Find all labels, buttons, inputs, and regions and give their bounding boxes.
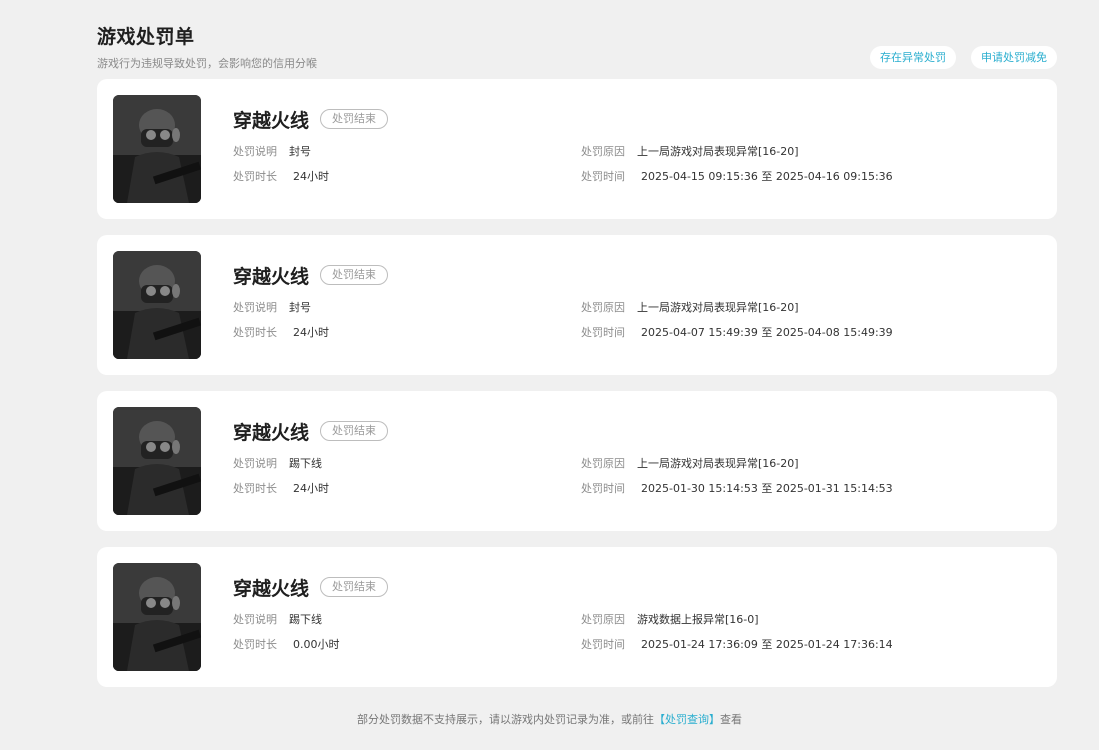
penalty-time: 处罚时间 2025-01-24 17:36:09 至 2025-01-24 17:… xyxy=(581,638,893,651)
game-avatar xyxy=(113,563,201,671)
status-badge: 处罚结束 xyxy=(320,265,388,285)
game-name: 穿越火线 xyxy=(233,578,310,600)
footer-text: 部分处罚数据不支持展示，请以游戏内处罚记录为准，或前往 xyxy=(357,713,654,726)
penalty-desc: 处罚说明 封号 xyxy=(233,145,311,158)
page-header: 游戏处罚单 游戏行为违规导致处罚，会影响您的信用分喉 存在异常处罚 申请处罚减免 xyxy=(97,22,1057,72)
penalty-desc: 处罚说明 封号 xyxy=(233,301,311,314)
penalty-time: 处罚时间 2025-01-30 15:14:53 至 2025-01-31 15:… xyxy=(581,482,893,495)
penalty-list: 穿越火线 处罚结束 处罚说明 封号 处罚时长 24小时 处罚原因 上一局游戏对局表现异… xyxy=(97,79,1057,703)
game-name: 穿越火线 xyxy=(233,266,310,288)
game-name: 穿越火线 xyxy=(233,110,310,132)
penalty-reason: 处罚原因 游戏数据上报异常[16-0] xyxy=(581,613,759,626)
penalty-time: 处罚时间 2025-04-07 15:49:39 至 2025-04-08 15:… xyxy=(581,326,893,339)
footer-suffix: 查看 xyxy=(720,713,742,726)
penalty-card: 穿越火线 处罚结束 处罚说明 封号 处罚时长 24小时 处罚原因 上一局游戏对局表现异… xyxy=(97,79,1057,219)
game-name: 穿越火线 xyxy=(233,422,310,444)
apply-penalty-reduction-button[interactable]: 申请处罚减免 xyxy=(971,46,1057,69)
penalty-card: 穿越火线 处罚结束 处罚说明 踢下线 处罚时长 24小时 处罚原因 上一局游戏对局表现… xyxy=(97,391,1057,531)
penalty-time: 处罚时间 2025-04-15 09:15:36 至 2025-04-16 09:… xyxy=(581,170,893,183)
penalty-reason: 处罚原因 上一局游戏对局表现异常[16-20] xyxy=(581,301,799,314)
penalty-desc: 处罚说明 踢下线 xyxy=(233,457,322,470)
penalty-card: 穿越火线 处罚结束 处罚说明 封号 处罚时长 24小时 处罚原因 上一局游戏对局表现异… xyxy=(97,235,1057,375)
penalty-duration: 处罚时长 24小时 xyxy=(233,482,329,495)
game-avatar xyxy=(113,95,201,203)
penalty-duration: 处罚时长 0.00小时 xyxy=(233,638,340,651)
header-actions: 存在异常处罚 申请处罚减免 xyxy=(870,46,1057,69)
report-abnormal-penalty-button[interactable]: 存在异常处罚 xyxy=(870,46,956,69)
penalty-query-link[interactable]: 【处罚查询】 xyxy=(654,713,720,726)
page-title: 游戏处罚单 xyxy=(97,26,195,48)
game-avatar xyxy=(113,407,201,515)
penalty-reason: 处罚原因 上一局游戏对局表现异常[16-20] xyxy=(581,145,799,158)
game-avatar xyxy=(113,251,201,359)
footer-note: 部分处罚数据不支持展示，请以游戏内处罚记录为准，或前往【处罚查询】查看 xyxy=(0,711,1099,727)
penalty-reason: 处罚原因 上一局游戏对局表现异常[16-20] xyxy=(581,457,799,470)
penalty-card: 穿越火线 处罚结束 处罚说明 踢下线 处罚时长 0.00小时 处罚原因 游戏数据上报异… xyxy=(97,547,1057,687)
status-badge: 处罚结束 xyxy=(320,577,388,597)
penalty-desc: 处罚说明 踢下线 xyxy=(233,613,322,626)
penalty-duration: 处罚时长 24小时 xyxy=(233,170,329,183)
status-badge: 处罚结束 xyxy=(320,109,388,129)
status-badge: 处罚结束 xyxy=(320,421,388,441)
penalty-duration: 处罚时长 24小时 xyxy=(233,326,329,339)
